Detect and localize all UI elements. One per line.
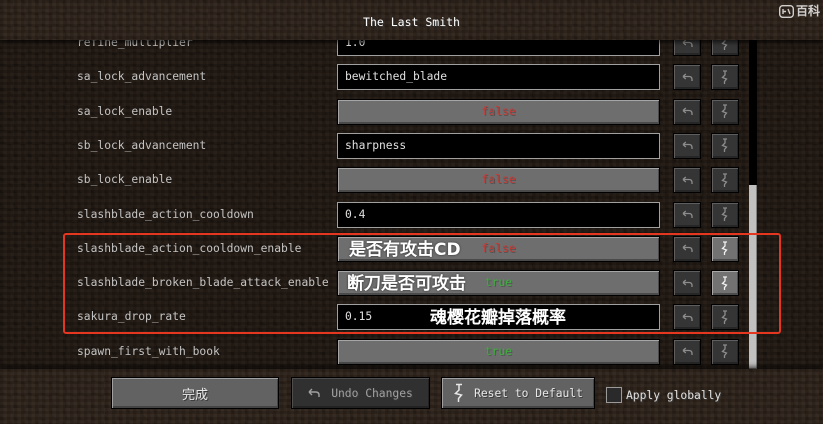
header: The Last Smith 百科 [0,0,823,40]
undo-icon [682,73,693,82]
entry-label: slashblade_action_cooldown [77,207,254,221]
reset-icon [721,70,729,85]
entry-toggle-button[interactable]: false [337,98,660,125]
entry-value-text: false [481,104,516,118]
entry-reset-button[interactable] [711,167,739,194]
undo-icon [682,176,693,185]
reset-to-default-label: Reset to Default [474,386,583,400]
entry-undo-button[interactable] [673,338,701,365]
entry-text-field[interactable]: 0.4 [337,201,660,228]
entry-reset-button[interactable] [711,201,739,228]
screen-title: The Last Smith [363,15,460,29]
done-button[interactable]: 完成 [111,377,279,409]
reset-icon [721,138,729,153]
entry-text-field[interactable]: 1.0 [337,40,660,56]
reset-icon [453,383,465,403]
reset-icon [721,344,729,359]
config-entry-row: refine_multiplier 1.0 [0,40,823,60]
entry-reset-button[interactable] [711,98,739,125]
entry-undo-button[interactable] [673,132,701,159]
watermark: 百科 [778,3,820,19]
apply-globally-label: Apply globally [626,389,722,402]
annotation-note: 是否有攻击CD [349,240,461,260]
entry-reset-button[interactable] [711,64,739,91]
entry-label: sa_lock_enable [77,104,173,118]
entry-undo-button[interactable] [673,64,701,91]
reset-icon [721,40,729,51]
reset-icon [721,104,729,119]
annotation-note: 断刀是否可攻击 [347,274,466,294]
config-entry-row: sa_lock_advancement bewitched_blade [0,60,823,94]
done-button-label: 完成 [181,387,208,403]
entry-text-field[interactable]: bewitched_blade [337,64,660,91]
undo-icon [682,40,693,48]
entry-undo-button[interactable] [673,40,701,56]
config-entry-row: sb_lock_advancement sharpness [0,129,823,163]
entry-value-text: true [484,344,513,358]
undo-icon [682,107,693,116]
entry-reset-button[interactable] [711,132,739,159]
config-entry-row: sa_lock_enable false [0,95,823,129]
entry-value-text: false [481,173,516,187]
entry-value-text: 0.4 [345,207,366,221]
config-entry-row: sb_lock_enable false [0,163,823,197]
entry-label: spawn_first_with_book [77,344,220,358]
apply-globally-checkbox[interactable] [606,387,622,403]
footer: 完成 Undo Changes Reset to Default Apply g… [0,369,823,424]
entry-label: sb_lock_enable [77,173,173,187]
undo-icon [682,347,693,356]
undo-changes-label: Undo Changes [331,386,413,400]
entry-label: sa_lock_advancement [77,70,207,84]
entry-label: sb_lock_advancement [77,138,207,152]
entry-value-text: bewitched_blade [345,70,448,84]
entry-reset-button[interactable] [711,338,739,365]
reset-icon [721,173,729,188]
undo-icon [682,210,693,219]
watermark-text: 百科 [795,4,820,18]
reset-icon [721,207,729,222]
entry-label: refine_multiplier [77,40,193,49]
entry-value-text: 1.0 [345,40,366,49]
entry-text-field[interactable]: sharpness [337,132,660,159]
entry-toggle-button[interactable]: false [337,167,660,194]
entry-undo-button[interactable] [673,98,701,125]
baike-logo-icon [778,4,794,18]
undo-changes-button[interactable]: Undo Changes [291,377,430,409]
entry-toggle-button[interactable]: true [337,338,660,365]
undo-icon [308,388,320,398]
entry-value-text: sharpness [345,138,407,152]
entry-reset-button[interactable] [711,40,739,56]
annotation-note: 魂樱花瓣掉落概率 [430,308,566,328]
config-screen: The Last Smith 百科 refine_multiplier 1.0 … [0,0,823,424]
entry-undo-button[interactable] [673,201,701,228]
reset-to-default-button[interactable]: Reset to Default [441,377,595,409]
undo-icon [682,141,693,150]
entry-undo-button[interactable] [673,167,701,194]
config-entry-row: slashblade_action_cooldown 0.4 [0,198,823,232]
config-entry-row: spawn_first_with_book true [0,335,823,369]
